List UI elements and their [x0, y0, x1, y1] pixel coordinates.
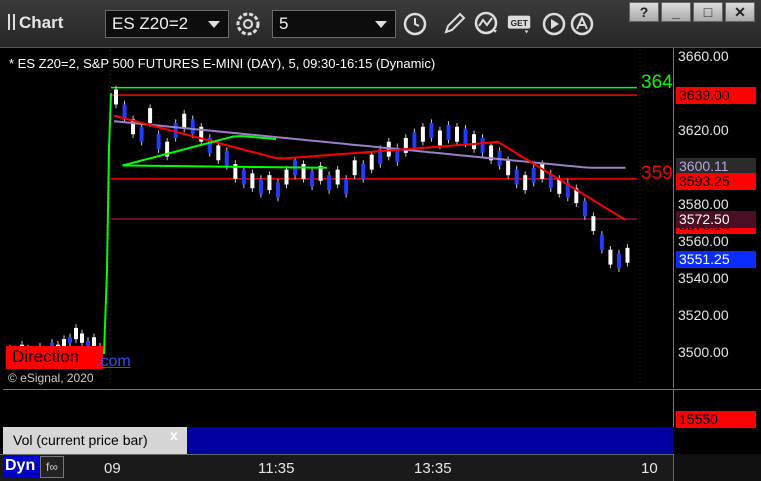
candle-body — [80, 333, 84, 343]
volume-pane[interactable] — [3, 389, 673, 427]
candle-body — [361, 164, 366, 179]
price-tick-label: 3520.00 — [678, 307, 729, 323]
candle-body — [327, 175, 332, 191]
candle-body — [429, 123, 434, 138]
candle-body — [182, 113, 187, 129]
candle-body — [250, 173, 255, 189]
price-tick-label: 3620.00 — [678, 122, 729, 138]
time-label-09: 09 — [104, 460, 121, 477]
candle-body — [275, 182, 280, 198]
candle-body — [540, 164, 545, 179]
chart-header: * ES Z20=2, S&P 500 FUTURES E-MINI (DAY)… — [9, 56, 436, 71]
candle-body — [437, 130, 442, 146]
price-tick-label: 3540.00 — [678, 270, 729, 286]
candle-body — [369, 154, 374, 170]
copyright: © eSignal, 2020 — [8, 371, 94, 385]
dynamic-button[interactable]: Dyn — [3, 456, 39, 478]
candle-body — [616, 253, 621, 269]
candle-body — [139, 126, 144, 142]
candle-body — [472, 134, 477, 150]
volume-last-tag: 15550 — [676, 411, 756, 428]
candle-body — [412, 132, 417, 148]
candle-body — [463, 128, 468, 144]
candle-body — [301, 164, 306, 179]
candle-body — [446, 124, 451, 140]
candle-body — [454, 126, 459, 142]
candle-body — [156, 134, 161, 150]
volume-study-label[interactable]: Vol (current price bar) — [3, 427, 187, 454]
candle-body — [74, 327, 78, 340]
price-tick-label: 3560.00 — [678, 233, 729, 249]
candle-body — [224, 150, 229, 166]
candle-body — [625, 247, 630, 263]
candle-body — [284, 169, 289, 185]
candle-body — [599, 234, 604, 250]
price-tick-label: 3500.00 — [678, 344, 729, 360]
time-label-1135: 11:35 — [258, 460, 295, 477]
maroon-line-tag: 3572.50 — [676, 211, 756, 228]
candle-body — [190, 119, 195, 135]
direction-link[interactable]: .com — [96, 353, 131, 371]
candle-body — [420, 126, 425, 142]
direction-text: Direction — [12, 347, 80, 366]
candle-body — [148, 108, 153, 124]
close-icon[interactable]: x — [170, 427, 178, 443]
last-price-tag: 3551.25 — [676, 251, 756, 268]
candle-body — [506, 160, 511, 176]
candle-body — [267, 175, 272, 191]
red-mid-label: 359 — [641, 163, 673, 184]
green-line-label: 364 — [641, 72, 673, 93]
candle-body — [216, 145, 221, 161]
time-axis-corner — [673, 454, 761, 481]
candle-body — [591, 216, 596, 232]
candle-body — [68, 337, 72, 343]
candle-body — [608, 249, 613, 265]
red-top-tag: 3639.00 — [676, 87, 756, 104]
red-mid-tag: 3593.25 — [676, 173, 756, 190]
candle-body — [114, 89, 118, 105]
candle-body — [241, 169, 246, 185]
price-tick-label: 3580.00 — [678, 196, 729, 212]
time-label-10: 10 — [641, 460, 658, 477]
candle-body — [335, 169, 340, 185]
candle-body — [344, 178, 349, 194]
link-icon[interactable]: f∞ — [40, 456, 64, 478]
candle-body — [514, 169, 519, 185]
candle-body — [310, 171, 315, 187]
candle-body — [531, 167, 536, 183]
time-label-1335: 13:35 — [414, 460, 452, 477]
price-tick-label: 3660.00 — [678, 48, 729, 64]
candle-body — [258, 178, 263, 194]
candle-body — [582, 201, 587, 217]
candle-body — [523, 175, 528, 191]
candle-body — [480, 137, 485, 153]
candle-body — [352, 160, 357, 176]
